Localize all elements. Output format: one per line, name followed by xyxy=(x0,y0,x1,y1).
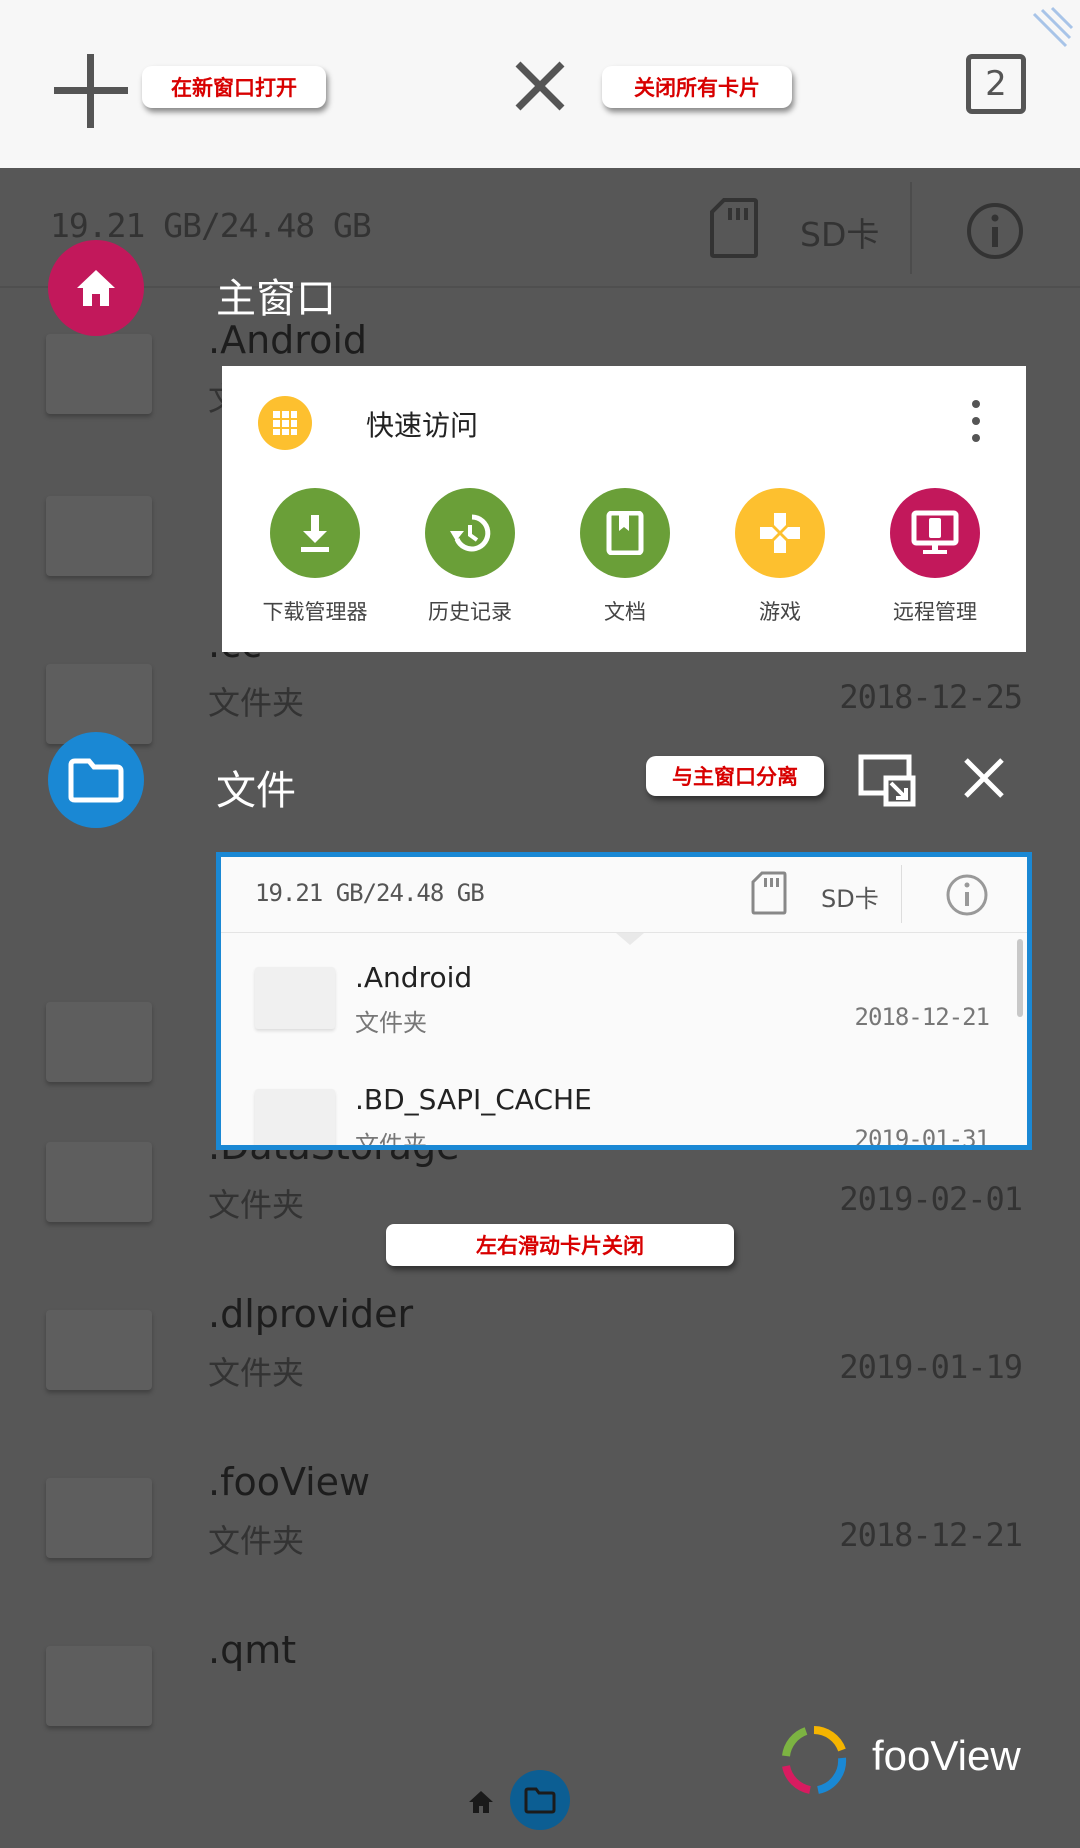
files-nav-button[interactable] xyxy=(510,1770,570,1830)
scrollbar[interactable] xyxy=(1017,939,1023,1017)
window-count-badge[interactable]: 2 xyxy=(966,54,1026,114)
folder-icon xyxy=(46,1646,152,1726)
folder-icon xyxy=(46,1478,152,1558)
sd-card-icon xyxy=(710,198,758,258)
main-window-title: 主窗口 xyxy=(216,276,336,322)
file-date: 2019-02-01 xyxy=(839,1180,1023,1218)
apps-grid-icon xyxy=(258,396,312,450)
close-window-icon[interactable] xyxy=(962,756,1006,800)
file-name: .BD_SAPI_CACHE xyxy=(355,1083,592,1116)
detach-callout: 与主窗口分离 xyxy=(646,756,824,796)
file-date: 2019-01-19 xyxy=(839,1348,1023,1386)
main-window-badge[interactable] xyxy=(48,240,144,336)
folder-icon xyxy=(255,967,335,1029)
file-name: .Android xyxy=(355,961,473,994)
folder-icon xyxy=(46,334,152,414)
more-vert-icon[interactable] xyxy=(964,396,988,446)
list-item: .dlprovider 文件夹 2019-01-19 xyxy=(0,1292,1080,1464)
file-date: 2018-12-21 xyxy=(839,1516,1023,1554)
top-toolbar: 在新窗口打开 关闭所有卡片 2 xyxy=(0,0,1080,168)
file-date: 2019-01-31 xyxy=(854,1125,990,1150)
quick-access-title: 快速访问 xyxy=(366,409,479,442)
folder-icon xyxy=(46,1142,152,1222)
download-icon xyxy=(270,488,360,578)
close-all-icon[interactable] xyxy=(512,58,568,114)
storage-usage: 19.21 GB/24.48 GB xyxy=(255,879,485,907)
float-window-icon[interactable] xyxy=(858,754,916,808)
quick-access-card: 快速访问 下载管理器 历史记录 文档 游戏 远程管理 xyxy=(222,366,1026,652)
divider xyxy=(901,865,902,923)
quick-access-downloads[interactable]: 下载管理器 xyxy=(255,488,375,626)
file-name: .fooView xyxy=(208,1460,371,1504)
home-icon[interactable] xyxy=(468,1790,494,1814)
storage-name[interactable]: SD卡 xyxy=(821,879,879,914)
open-new-window-callout: 在新窗口打开 xyxy=(142,66,326,108)
storage-bar: 19.21 GB/24.48 GB SD卡 xyxy=(221,857,1027,933)
folder-icon xyxy=(46,1310,152,1390)
info-icon[interactable] xyxy=(945,873,989,917)
quick-access-remote[interactable]: 远程管理 xyxy=(875,488,995,626)
folder-icon xyxy=(255,1089,335,1145)
quick-access-label: 游戏 xyxy=(759,600,801,624)
file-date: 2018-12-25 xyxy=(839,678,1023,716)
file-name: .qmt xyxy=(208,1628,297,1672)
plus-icon[interactable] xyxy=(50,50,132,132)
swipe-to-close-callout: 左右滑动卡片关闭 xyxy=(386,1224,734,1266)
file-type: 文件夹 xyxy=(355,1131,427,1150)
files-window-preview[interactable]: 19.21 GB/24.48 GB SD卡 .Android 文件夹 2018-… xyxy=(216,852,1032,1150)
document-icon xyxy=(580,488,670,578)
file-type: 文件夹 xyxy=(208,684,305,722)
quick-access-documents[interactable]: 文档 xyxy=(565,488,685,626)
close-all-cards-callout: 关闭所有卡片 xyxy=(602,66,792,108)
list-item[interactable]: .BD_SAPI_CACHE 文件夹 2019-01-31 xyxy=(221,1059,1027,1150)
fooview-logo-icon xyxy=(782,1726,847,1794)
quick-access-label: 历史记录 xyxy=(428,600,512,624)
gamepad-icon xyxy=(735,488,825,578)
storage-bar: 19.21 GB/24.48 GB SD卡 xyxy=(0,168,1080,288)
file-name: .Android xyxy=(208,318,367,362)
list-item[interactable]: .Android 文件夹 2018-12-21 xyxy=(221,937,1027,1059)
folder-icon xyxy=(524,1787,556,1814)
file-type: 文件夹 xyxy=(208,1186,305,1224)
files-window-title: 文件 xyxy=(216,768,296,814)
quick-access-games[interactable]: 游戏 xyxy=(720,488,840,626)
folder-icon xyxy=(46,1002,152,1082)
list-item: .fooView 文件夹 2018-12-21 xyxy=(0,1460,1080,1632)
history-icon xyxy=(425,488,515,578)
quick-access-history[interactable]: 历史记录 xyxy=(410,488,530,626)
sd-card-icon[interactable] xyxy=(751,871,787,915)
file-date: 2018-12-21 xyxy=(854,1003,990,1031)
quick-access-label: 下载管理器 xyxy=(262,600,368,624)
corner-handle-icon[interactable] xyxy=(1030,6,1074,50)
folder-icon xyxy=(46,496,152,576)
files-window-badge[interactable] xyxy=(48,732,144,828)
file-name: .dlprovider xyxy=(208,1292,414,1336)
info-icon xyxy=(967,203,1023,259)
divider xyxy=(910,182,912,274)
storage-name: SD卡 xyxy=(800,215,880,254)
remote-manage-icon xyxy=(890,488,980,578)
file-type: 文件夹 xyxy=(208,1522,305,1560)
brand-name: fooView xyxy=(872,1732,1021,1779)
file-type: 文件夹 xyxy=(355,1009,427,1037)
quick-access-label: 文档 xyxy=(604,600,646,624)
home-icon xyxy=(77,270,115,306)
quick-access-label: 远程管理 xyxy=(893,600,977,624)
list-item: .DataStorage 文件夹 2019-02-01 xyxy=(0,1124,1080,1296)
file-type: 文件夹 xyxy=(208,1354,305,1392)
folder-icon xyxy=(68,758,124,803)
